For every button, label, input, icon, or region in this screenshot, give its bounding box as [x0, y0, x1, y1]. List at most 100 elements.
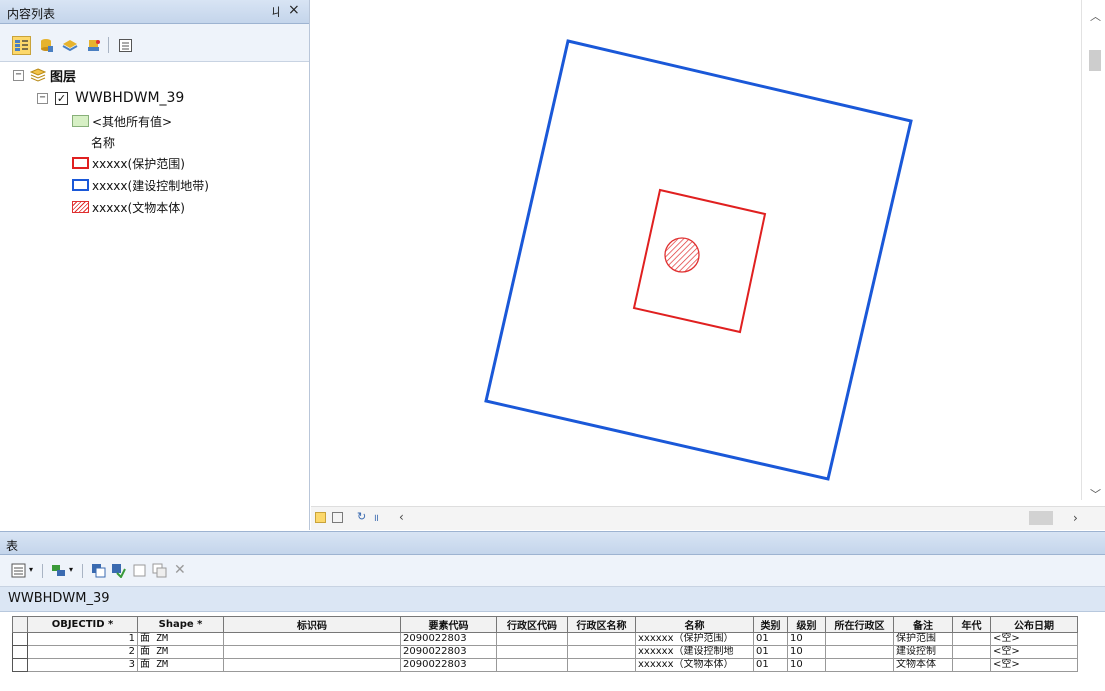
clear-selection-icon[interactable]	[132, 563, 147, 578]
chevron-down-icon[interactable]: ▾	[69, 565, 73, 574]
scroll-down-icon[interactable]: ﹀	[1090, 486, 1101, 502]
table-row[interactable]: 1 面 ZM 2090022803 xxxxxx（保护范围） 01 10 保护范…	[12, 632, 1078, 646]
map-view[interactable]	[311, 0, 1105, 530]
table-cell[interactable]	[223, 645, 401, 659]
list-by-visibility-icon[interactable]	[60, 36, 79, 55]
table-cell[interactable]: 10	[787, 632, 826, 646]
column-header[interactable]: 名称	[635, 616, 754, 633]
collapse-icon[interactable]: −	[37, 92, 48, 104]
map-canvas[interactable]	[311, 0, 1081, 506]
column-header[interactable]: 行政区代码	[496, 616, 568, 633]
table-cell[interactable]	[223, 658, 401, 672]
table-cell[interactable]: 2	[27, 645, 138, 659]
list-by-source-icon[interactable]	[37, 36, 56, 55]
table-cell[interactable]: 面 ZM	[137, 645, 224, 659]
legend-other-values[interactable]: <其他所有值>	[72, 111, 172, 131]
column-header[interactable]: 类别	[753, 616, 788, 633]
pin-icon[interactable]: ㄐ	[270, 3, 282, 20]
table-cell[interactable]	[952, 658, 991, 672]
table-cell[interactable]	[567, 658, 636, 672]
table-cell[interactable]: 2090022803	[400, 632, 497, 646]
attribute-table[interactable]: OBJECTID * Shape * 标识码 要素代码 行政区代码 行政区名称 …	[12, 616, 1078, 672]
table-cell[interactable]	[496, 658, 568, 672]
table-cell[interactable]: 01	[753, 632, 788, 646]
row-selector[interactable]	[12, 632, 28, 646]
copy-selected-icon[interactable]	[152, 563, 167, 578]
list-by-selection-icon[interactable]	[84, 36, 103, 55]
table-cell[interactable]: 保护范围	[893, 632, 953, 646]
column-header[interactable]: OBJECTID *	[27, 616, 138, 633]
pause-drawing-icon[interactable]: ॥	[373, 510, 379, 524]
map-vertical-scrollbar[interactable]: ︿ ﹀	[1081, 0, 1105, 502]
table-cell[interactable]: xxxxxx（建设控制地	[635, 645, 754, 659]
column-header[interactable]: 所在行政区	[825, 616, 894, 633]
table-cell[interactable]	[496, 632, 568, 646]
table-cell[interactable]: 面 ZM	[137, 632, 224, 646]
column-header[interactable]: 级别	[787, 616, 826, 633]
table-cell[interactable]	[567, 645, 636, 659]
table-cell[interactable]: 01	[753, 658, 788, 672]
legend-item-relic[interactable]: xxxxx(文物本体)	[72, 197, 185, 217]
table-options-icon[interactable]	[11, 563, 26, 578]
table-layer-tab[interactable]: WWBHDWM_39	[8, 591, 110, 606]
table-cell[interactable]: 10	[787, 645, 826, 659]
table-cell[interactable]: <空>	[990, 658, 1078, 672]
table-cell[interactable]	[825, 658, 894, 672]
list-by-drawing-order-icon[interactable]	[12, 36, 31, 55]
row-selector-header[interactable]	[12, 616, 28, 633]
table-row[interactable]: 2 面 ZM 2090022803 xxxxxx（建设控制地 01 10 建设控…	[12, 645, 1078, 659]
refresh-icon[interactable]: ↻	[357, 510, 366, 523]
select-by-attributes-icon[interactable]	[91, 563, 106, 578]
relic-body-circle[interactable]	[664, 237, 700, 273]
switch-selection-icon[interactable]	[111, 563, 126, 578]
table-cell[interactable]	[567, 632, 636, 646]
table-cell[interactable]: 10	[787, 658, 826, 672]
row-selector[interactable]	[12, 645, 28, 659]
column-header[interactable]: 要素代码	[400, 616, 497, 633]
scroll-left-icon[interactable]: ‹	[399, 510, 404, 524]
table-cell[interactable]	[223, 632, 401, 646]
scroll-right-icon[interactable]: ›	[1073, 511, 1078, 525]
legend-item-control-zone[interactable]: xxxxx(建设控制地带)	[72, 175, 209, 195]
table-cell[interactable]: <空>	[990, 645, 1078, 659]
column-header[interactable]: 年代	[952, 616, 991, 633]
table-cell[interactable]: xxxxxx（保护范围）	[635, 632, 754, 646]
table-cell[interactable]	[952, 645, 991, 659]
table-row[interactable]: 3 面 ZM 2090022803 xxxxxx（文物本体） 01 10 文物本…	[12, 658, 1078, 672]
close-icon[interactable]: ×	[288, 2, 300, 18]
legend-item-protection[interactable]: xxxxx(保护范围)	[72, 153, 185, 173]
tree-root-layers[interactable]: − 图层	[13, 65, 76, 85]
scroll-up-icon[interactable]: ︿	[1090, 8, 1101, 24]
table-cell[interactable]	[825, 632, 894, 646]
data-view-icon[interactable]	[315, 512, 326, 523]
table-cell[interactable]: xxxxxx（文物本体）	[635, 658, 754, 672]
delete-selected-icon[interactable]: ✕	[174, 562, 186, 578]
table-cell[interactable]: 01	[753, 645, 788, 659]
column-header[interactable]: Shape *	[137, 616, 224, 633]
row-selector[interactable]	[12, 658, 28, 672]
collapse-icon[interactable]: −	[13, 69, 24, 81]
table-cell[interactable]: 2090022803	[400, 658, 497, 672]
table-cell[interactable]: 文物本体	[893, 658, 953, 672]
table-cell[interactable]	[825, 645, 894, 659]
options-icon[interactable]	[116, 36, 135, 55]
vertical-scroll-thumb[interactable]	[1089, 50, 1101, 71]
table-cell[interactable]: 建设控制	[893, 645, 953, 659]
table-cell[interactable]: 3	[27, 658, 138, 672]
table-cell[interactable]: 2090022803	[400, 645, 497, 659]
table-cell[interactable]	[952, 632, 991, 646]
horizontal-scroll-thumb[interactable]	[1029, 511, 1053, 525]
layout-view-icon[interactable]	[332, 512, 343, 523]
column-header[interactable]: 备注	[893, 616, 953, 633]
protection-zone-polygon[interactable]	[632, 188, 767, 334]
column-header[interactable]: 公布日期	[990, 616, 1078, 633]
column-header[interactable]: 标识码	[223, 616, 401, 633]
table-cell[interactable]: <空>	[990, 632, 1078, 646]
table-cell[interactable]: 1	[27, 632, 138, 646]
related-tables-icon[interactable]	[51, 563, 66, 578]
column-header[interactable]: 行政区名称	[567, 616, 636, 633]
table-cell[interactable]	[496, 645, 568, 659]
chevron-down-icon[interactable]: ▾	[29, 565, 33, 574]
table-cell[interactable]: 面 ZM	[137, 658, 224, 672]
layer-visibility-checkbox[interactable]: ✓	[55, 91, 68, 105]
